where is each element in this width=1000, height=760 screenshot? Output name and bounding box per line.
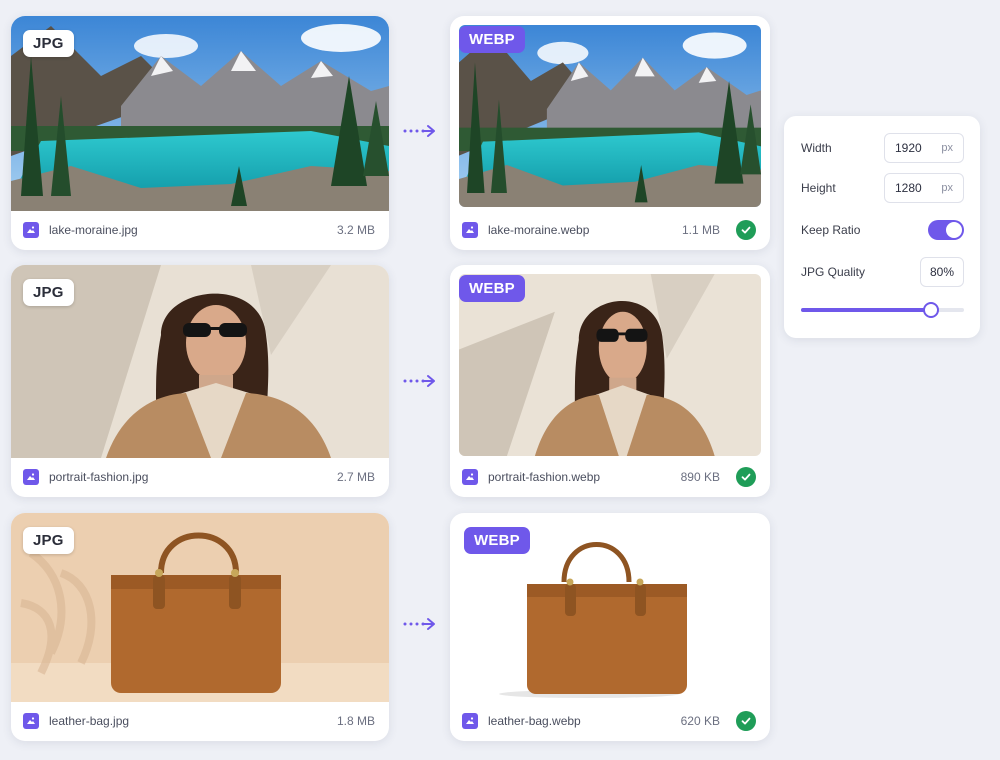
source-card-bag[interactable]: JPG leather-bag.jpg 1.8 MB <box>11 513 389 741</box>
height-row: Height 1280 px <box>801 173 964 203</box>
format-badge-jpg: JPG <box>23 527 74 554</box>
height-value: 1280 <box>895 181 922 195</box>
format-badge-webp: WEBP <box>464 527 530 554</box>
image-file-icon <box>23 469 39 485</box>
file-name: portrait-fashion.webp <box>488 470 601 484</box>
file-size: 1.8 MB <box>336 714 375 728</box>
target-card-lake[interactable]: WEBP lake-moraine.webp 1.1 MB <box>450 16 770 250</box>
image-file-icon <box>462 469 478 485</box>
file-info: lake-moraine.jpg 3.2 MB <box>11 210 389 250</box>
check-circle-icon <box>736 220 756 240</box>
quality-value: 80% <box>929 265 955 279</box>
dotted-arrow-right-icon <box>403 618 435 630</box>
image-file-icon <box>462 713 478 729</box>
file-name: lake-moraine.jpg <box>49 223 138 237</box>
source-card-lake[interactable]: JPG lake-moraine.jpg 3.2 MB <box>11 16 389 250</box>
file-name: lake-moraine.webp <box>488 223 590 237</box>
format-badge-webp: WEBP <box>459 275 525 302</box>
dotted-arrow-right-icon <box>403 125 435 137</box>
width-value: 1920 <box>895 141 922 155</box>
image-file-icon <box>23 222 39 238</box>
width-unit: px <box>941 142 953 154</box>
file-size: 1.1 MB <box>681 223 720 237</box>
settings-panel: Width 1920 px Height 1280 px Keep Ratio … <box>784 116 980 338</box>
file-size: 890 KB <box>680 470 720 484</box>
keep-ratio-label: Keep Ratio <box>801 223 861 237</box>
width-row: Width 1920 px <box>801 133 964 163</box>
slider-thumb[interactable] <box>923 302 940 318</box>
file-info: lake-moraine.webp 1.1 MB <box>450 210 770 250</box>
width-label: Width <box>801 141 832 155</box>
quality-slider[interactable] <box>801 302 964 318</box>
target-card-bag[interactable]: WEBP leather-bag.webp 620 KB <box>450 513 770 741</box>
file-info: leather-bag.webp 620 KB <box>450 701 770 741</box>
height-input[interactable]: 1280 px <box>884 173 964 203</box>
source-card-portrait[interactable]: JPG portrait-fashion.jpg 2.7 MB <box>11 265 389 497</box>
file-size: 3.2 MB <box>336 223 375 237</box>
image-file-icon <box>462 222 478 238</box>
dotted-arrow-right-icon <box>403 375 435 387</box>
check-circle-icon <box>736 711 756 731</box>
quality-input[interactable]: 80% <box>920 257 964 287</box>
format-badge-jpg: JPG <box>23 30 74 57</box>
file-name: leather-bag.webp <box>488 714 581 728</box>
file-name: leather-bag.jpg <box>49 714 130 728</box>
height-unit: px <box>941 182 953 194</box>
check-circle-icon <box>736 467 756 487</box>
width-input[interactable]: 1920 px <box>884 133 964 163</box>
format-badge-webp: WEBP <box>459 26 525 53</box>
keep-ratio-toggle[interactable] <box>928 220 964 240</box>
file-info: portrait-fashion.jpg 2.7 MB <box>11 457 389 497</box>
file-info: leather-bag.jpg 1.8 MB <box>11 701 389 741</box>
file-info: portrait-fashion.webp 890 KB <box>450 457 770 497</box>
height-label: Height <box>801 181 836 195</box>
file-size: 620 KB <box>680 714 720 728</box>
quality-row: JPG Quality 80% <box>801 257 964 287</box>
format-badge-jpg: JPG <box>23 279 74 306</box>
file-name: portrait-fashion.jpg <box>49 470 149 484</box>
keep-ratio-row: Keep Ratio <box>801 220 964 240</box>
quality-label: JPG Quality <box>801 265 866 279</box>
target-card-portrait[interactable]: WEBP portrait-fashion.webp 890 KB <box>450 265 770 497</box>
file-size: 2.7 MB <box>336 470 375 484</box>
image-file-icon <box>23 713 39 729</box>
slider-fill <box>801 308 932 312</box>
toggle-knob <box>946 222 962 238</box>
